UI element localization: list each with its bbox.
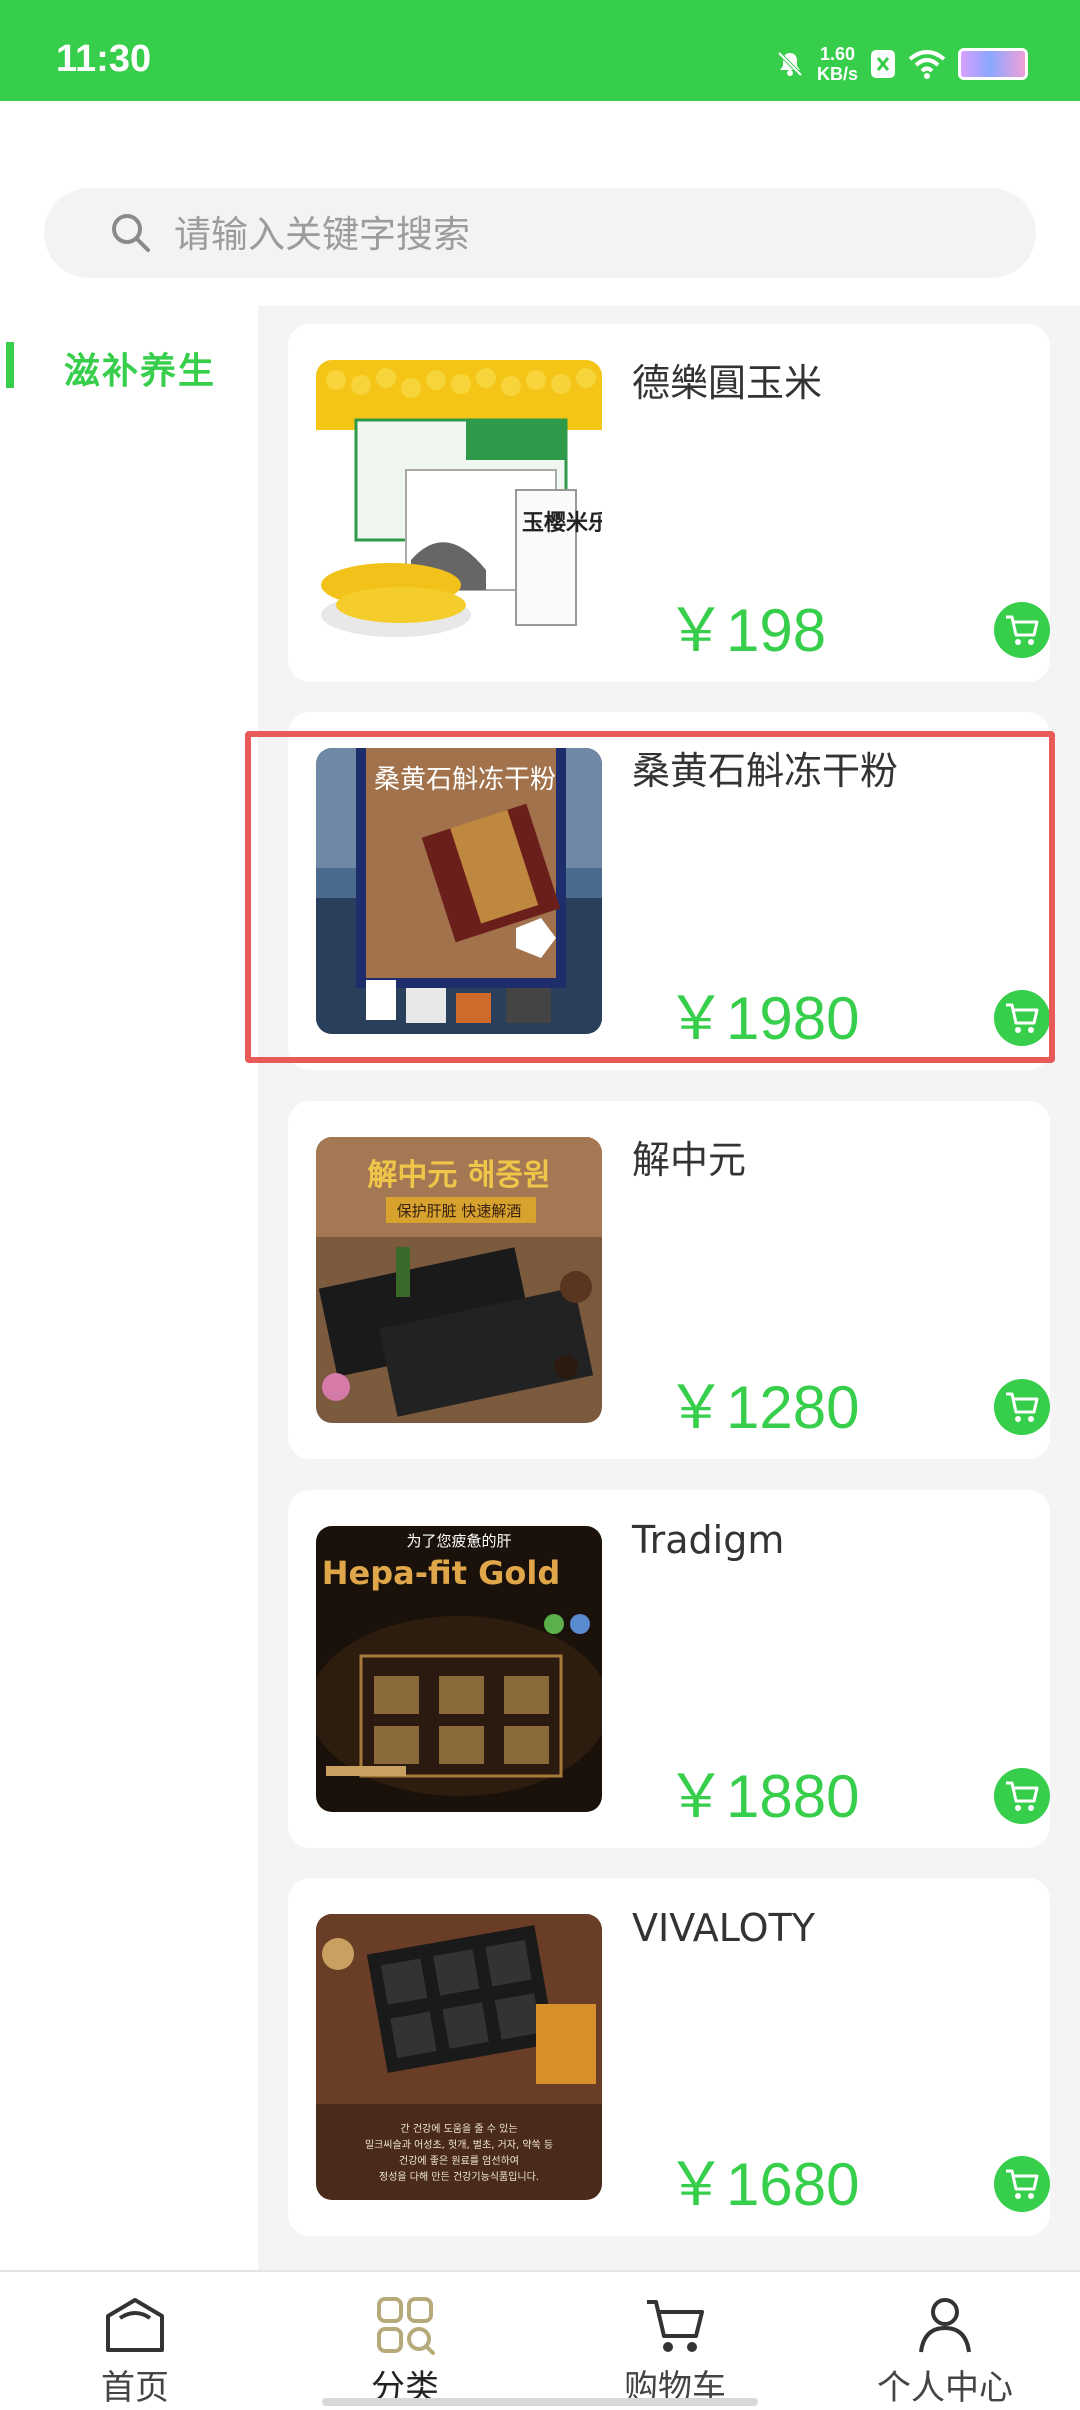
product-list[interactable]: 玉樱米乐 德樂圓玉米 ￥198 桑黄石斛冻干粉 桑黄石斛冻干粉 ￥1980 解中…: [258, 306, 1080, 2270]
product-card[interactable]: 간 건강에 도움을 줄 수 있는 밀크씨슬과 어성초, 헛개, 벌초, 거자, …: [288, 1878, 1050, 2236]
status-bar: 11:30 1.60 KB/s: [0, 0, 1080, 101]
category-item-selected[interactable]: 滋补养生: [0, 336, 258, 406]
product-banner-subtitle: 保护肝脏 快速解酒: [397, 1202, 522, 1220]
product-banner-title: 解中元 해중원: [367, 1158, 550, 1193]
search-input[interactable]: [172, 188, 996, 280]
add-to-cart-button[interactable]: [994, 990, 1050, 1046]
add-to-cart-button[interactable]: [994, 1768, 1050, 1824]
product-card[interactable]: 解中元 해중원 保护肝脏 快速解酒 解中元 ￥1280: [288, 1101, 1050, 1459]
x-badge-icon: [871, 50, 895, 78]
category-label: 滋补养生: [64, 351, 217, 392]
wifi-icon: [908, 50, 946, 79]
product-caption-line: 밀크씨슬과 어성초, 헛개, 벌초, 거자, 약쑥 등: [365, 2139, 553, 2151]
product-image: 解中元 해중원 保护肝脏 快速解酒: [316, 1137, 602, 1423]
cart-icon: [1006, 1392, 1039, 1422]
product-card[interactable]: 为了您疲惫的肝 Hepa-fit Gold Tradigm ￥1880: [288, 1490, 1050, 1848]
product-box-text: 桑黄石斛冻干粉: [374, 765, 556, 795]
user-icon: [919, 2298, 971, 2353]
status-icons: 1.60 KB/s: [775, 36, 1028, 92]
search-bar[interactable]: [44, 188, 1036, 280]
cart-icon: [1006, 2169, 1039, 2199]
product-price: ￥198: [666, 597, 827, 664]
tab-label: 首页: [101, 2368, 169, 2408]
tab-cart[interactable]: 购物车: [540, 2272, 810, 2410]
product-name: Tradigm: [632, 1518, 785, 1562]
product-price: ￥1980: [666, 985, 860, 1052]
product-name: 德樂圓玉米: [632, 361, 823, 405]
mute-icon: [777, 51, 803, 77]
product-caption-line: 정성을 다해 만든 건강기능식품입니다.: [379, 2170, 539, 2183]
add-to-cart-button[interactable]: [994, 602, 1050, 658]
product-image: 桑黄石斛冻干粉: [316, 748, 602, 1034]
product-name: 桑黄石斛冻干粉: [632, 749, 899, 793]
net-speed: 1.60 KB/s: [817, 44, 858, 84]
home-indicator: [322, 2398, 758, 2406]
product-caption-line: 간 건강에 도움을 줄 수 있는: [400, 2123, 517, 2135]
add-to-cart-button[interactable]: [994, 2156, 1050, 2212]
product-name: 解中元: [632, 1138, 747, 1182]
tab-home[interactable]: 首页: [0, 2272, 270, 2410]
grid-icon: [377, 2297, 435, 2355]
product-image: 간 건강에 도움을 줄 수 있는 밀크씨슬과 어성초, 헛개, 벌초, 거자, …: [316, 1914, 602, 2200]
net-speed-value: 1.60: [819, 44, 856, 64]
category-sidebar: 滋补养生: [0, 306, 258, 2270]
cart-icon: [1006, 1003, 1039, 1033]
product-name: VIVALOTY: [632, 1906, 815, 1950]
net-speed-unit: KB/s: [816, 64, 858, 84]
product-price: ￥1680: [666, 2151, 860, 2218]
product-box-text: 玉樱米乐: [522, 510, 602, 536]
product-card[interactable]: 桑黄石斛冻干粉 桑黄石斛冻干粉 ￥1980: [288, 712, 1050, 1070]
tab-profile[interactable]: 个人中心: [810, 2272, 1080, 2410]
tab-label: 个人中心: [877, 2368, 1013, 2408]
product-banner-title: Hepa-fit Gold: [322, 1554, 561, 1592]
product-caption: 为了您疲惫的肝: [406, 1532, 511, 1550]
battery-icon: [958, 48, 1028, 80]
category-selected-indicator: [6, 342, 14, 388]
product-caption-line: 건강에 좋은 원료를 엄선하여: [399, 2154, 519, 2167]
home-icon: [106, 2298, 164, 2352]
product-price: ￥1280: [666, 1374, 860, 1441]
status-time: 11:30: [56, 38, 152, 80]
cart-icon: [1006, 1781, 1039, 1811]
bottom-tab-bar: 首页 分类 购物车 个人中心: [0, 2270, 1080, 2410]
add-to-cart-button[interactable]: [994, 1379, 1050, 1435]
tab-category[interactable]: 分类: [270, 2272, 540, 2410]
product-image: 玉樱米乐: [316, 360, 602, 646]
product-price: ￥1880: [666, 1763, 860, 1830]
search-icon: [112, 214, 150, 252]
product-image: 为了您疲惫的肝 Hepa-fit Gold: [316, 1526, 602, 1812]
cart-icon: [647, 2300, 704, 2352]
product-card[interactable]: 玉樱米乐 德樂圓玉米 ￥198: [288, 324, 1050, 682]
cart-icon: [1006, 615, 1039, 645]
